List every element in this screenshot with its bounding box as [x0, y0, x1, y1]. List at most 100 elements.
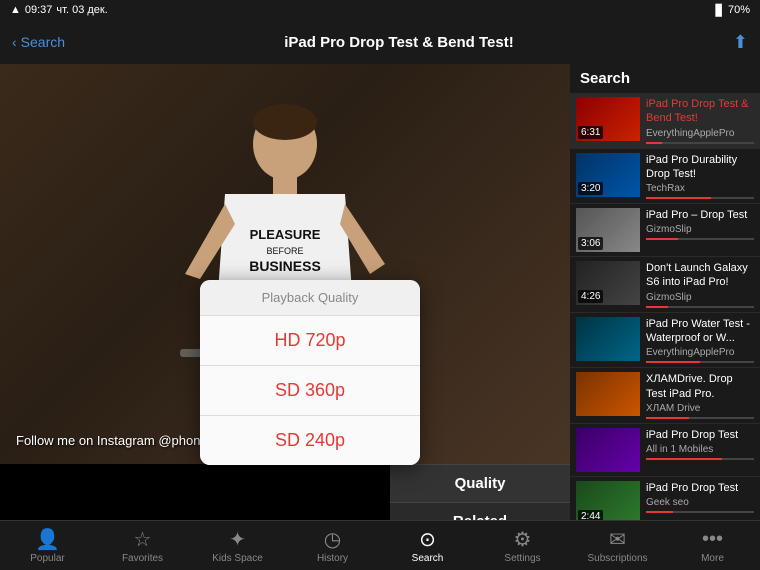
progress-bar: [646, 361, 754, 363]
sidebar-info: iPad Pro Durability Drop Test! TechRax: [646, 153, 754, 200]
sidebar-item[interactable]: iPad Pro Drop Test All in 1 Mobiles: [570, 424, 760, 477]
progress-fill: [646, 511, 673, 513]
thumb-duration: 3:06: [578, 237, 603, 250]
back-chevron-icon: ‹: [12, 34, 17, 50]
quality-option-hd720[interactable]: HD 720p: [200, 316, 420, 366]
tab-label: More: [701, 553, 724, 564]
progress-fill: [646, 238, 678, 240]
sidebar-info: ХЛАМDrive. Drop Test iPad Pro. ХЛАМ Driv…: [646, 372, 754, 419]
thumb-duration: 6:31: [578, 126, 603, 139]
nav-bar: ‹ Search iPad Pro Drop Test & Bend Test!…: [0, 20, 760, 64]
thumb-duration: 4:26: [578, 290, 603, 303]
tab-icon: ✦: [226, 527, 250, 551]
quality-button[interactable]: Quality: [390, 464, 570, 502]
sidebar-title: ХЛАМDrive. Drop Test iPad Pro.: [646, 372, 754, 401]
tab-bar: 👤 Popular ☆ Favorites ✦ Kids Space ◷ His…: [0, 520, 760, 570]
back-label: Search: [21, 34, 65, 50]
tab-label: Subscriptions: [587, 553, 647, 564]
sidebar-info: iPad Pro Water Test - Waterproof or W...…: [646, 317, 754, 364]
sidebar-item[interactable]: 3:06 iPad Pro – Drop Test GizmoSlip: [570, 204, 760, 257]
sidebar-item[interactable]: ХЛАМDrive. Drop Test iPad Pro. ХЛАМ Driv…: [570, 368, 760, 424]
tab-icon: ✉: [606, 527, 630, 551]
sidebar-title: iPad Pro Durability Drop Test!: [646, 153, 754, 182]
sidebar-title: iPad Pro Water Test - Waterproof or W...: [646, 317, 754, 346]
progress-fill: [646, 306, 668, 308]
sidebar-channel: TechRax: [646, 183, 754, 194]
status-right: ▊ 70%: [716, 4, 751, 17]
sidebar-channel: EverythingApplePro: [646, 128, 754, 139]
tab-icon: ☆: [131, 527, 155, 551]
sidebar-thumb: [576, 428, 640, 472]
quality-option-sd360[interactable]: SD 360p: [200, 366, 420, 416]
svg-text:PLEASURE: PLEASURE: [250, 227, 321, 242]
sidebar-title: iPad Pro – Drop Test: [646, 208, 754, 222]
tab-icon: ◷: [321, 527, 345, 551]
page-title: iPad Pro Drop Test & Bend Test!: [284, 34, 513, 51]
sidebar-thumb: [576, 372, 640, 416]
progress-fill: [646, 197, 711, 199]
sidebar-channel: EverythingApplePro: [646, 347, 754, 358]
sidebar-title: iPad Pro Drop Test: [646, 428, 754, 442]
share-button[interactable]: ⬆: [733, 32, 748, 53]
battery-level: 70%: [728, 4, 750, 16]
sidebar-item[interactable]: 6:31 iPad Pro Drop Test & Bend Test! Eve…: [570, 93, 760, 149]
sidebar-thumb: 2:44: [576, 481, 640, 525]
sidebar-title: Don't Launch Galaxy S6 into iPad Pro!: [646, 261, 754, 290]
sidebar-thumb: 3:20: [576, 153, 640, 197]
status-bar: ▲ 09:37 чт. 03 дек. ▊ 70%: [0, 0, 760, 20]
status-time: 09:37: [25, 4, 53, 16]
tab-item-search[interactable]: ⊙ Search: [380, 527, 475, 564]
back-button[interactable]: ‹ Search: [12, 34, 65, 50]
status-left: ▲ 09:37 чт. 03 дек.: [10, 4, 108, 16]
tab-icon: •••: [701, 527, 725, 551]
progress-bar: [646, 197, 754, 199]
status-day: чт. 03 дек.: [56, 4, 107, 16]
sidebar-item[interactable]: 3:20 iPad Pro Durability Drop Test! Tech…: [570, 149, 760, 205]
sidebar-info: iPad Pro Drop Test Geek seo: [646, 481, 754, 513]
progress-fill: [646, 361, 700, 363]
tab-label: Favorites: [122, 553, 163, 564]
tab-item-kids-space[interactable]: ✦ Kids Space: [190, 527, 285, 564]
tab-item-more[interactable]: ••• More: [665, 527, 760, 564]
tab-item-subscriptions[interactable]: ✉ Subscriptions: [570, 527, 665, 564]
tab-item-favorites[interactable]: ☆ Favorites: [95, 527, 190, 564]
svg-text:BUSINESS: BUSINESS: [249, 258, 321, 274]
battery-icon: ▊: [716, 4, 724, 17]
sidebar-header: Search: [570, 64, 760, 93]
sidebar-channel: GizmoSlip: [646, 292, 754, 303]
quality-option-sd240[interactable]: SD 240p: [200, 416, 420, 465]
sidebar-info: iPad Pro – Drop Test GizmoSlip: [646, 208, 754, 240]
progress-fill: [646, 417, 689, 419]
sidebar-thumb: 6:31: [576, 97, 640, 141]
wifi-icon: ▲: [10, 4, 21, 16]
progress-bar: [646, 306, 754, 308]
tab-icon: ⚙: [511, 527, 535, 551]
tab-label: Search: [412, 553, 444, 564]
quality-popup: Playback Quality HD 720p SD 360p SD 240p: [200, 280, 420, 465]
tab-item-history[interactable]: ◷ History: [285, 527, 380, 564]
sidebar-title: iPad Pro Drop Test & Bend Test!: [646, 97, 754, 126]
sidebar-channel: ХЛАМ Drive: [646, 403, 754, 414]
tab-label: Popular: [30, 553, 64, 564]
tab-icon: ⊙: [416, 527, 440, 551]
sidebar-info: iPad Pro Drop Test & Bend Test! Everythi…: [646, 97, 754, 144]
progress-bar: [646, 238, 754, 240]
tab-item-popular[interactable]: 👤 Popular: [0, 527, 95, 564]
svg-text:BEFORE: BEFORE: [266, 246, 303, 256]
progress-bar: [646, 417, 754, 419]
tab-icon: 👤: [36, 527, 60, 551]
progress-bar: [646, 142, 754, 144]
sidebar-channel: All in 1 Mobiles: [646, 444, 754, 455]
sidebar-item[interactable]: 4:26 Don't Launch Galaxy S6 into iPad Pr…: [570, 257, 760, 313]
progress-bar: [646, 511, 754, 513]
sidebar-channel: GizmoSlip: [646, 224, 754, 235]
progress-bar: [646, 458, 754, 460]
quality-popup-header: Playback Quality: [200, 280, 420, 316]
progress-fill: [646, 142, 662, 144]
sidebar: Search 6:31 iPad Pro Drop Test & Bend Te…: [570, 64, 760, 540]
sidebar-item[interactable]: iPad Pro Water Test - Waterproof or W...…: [570, 313, 760, 369]
sidebar-thumb: 4:26: [576, 261, 640, 305]
thumb-duration: 3:20: [578, 182, 603, 195]
tab-item-settings[interactable]: ⚙ Settings: [475, 527, 570, 564]
sidebar-channel: Geek seo: [646, 497, 754, 508]
